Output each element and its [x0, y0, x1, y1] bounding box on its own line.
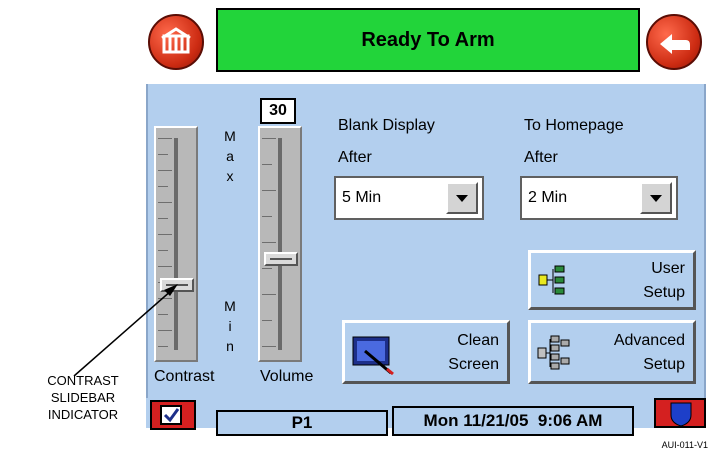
figure-code: AUI-011-V1 — [661, 440, 708, 450]
annotation-line: CONTRAST — [47, 373, 119, 388]
annotation-line: SLIDEBAR — [50, 390, 116, 405]
annotation-line: INDICATOR — [47, 407, 119, 422]
annotation-label: CONTRAST SLIDEBAR INDICATOR — [18, 372, 148, 423]
